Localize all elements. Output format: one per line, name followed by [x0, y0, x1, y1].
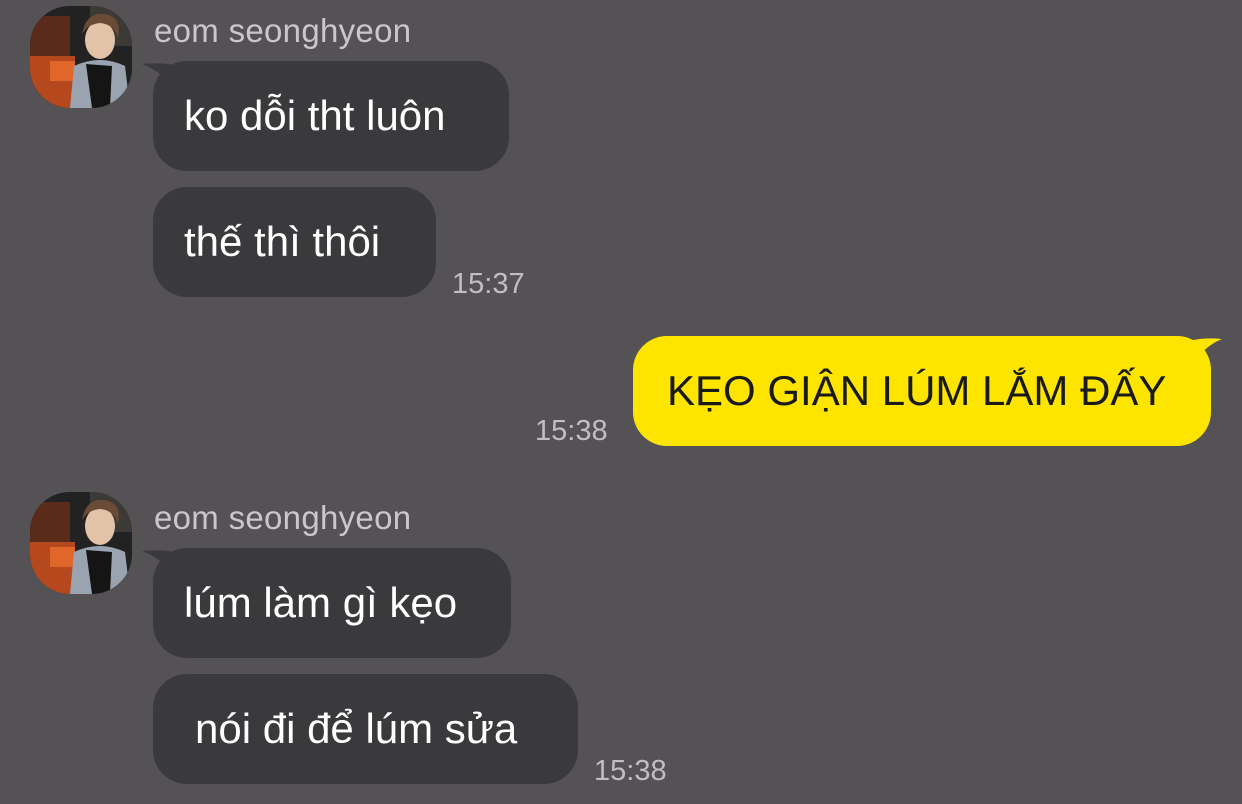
message-text: KẸO GIẬN LÚM LẮM ĐẤY	[667, 367, 1167, 414]
sender-name: eom seonghyeon	[154, 12, 412, 49]
message-text: nói đi để lúm sửa	[195, 705, 518, 752]
message-text: thế thì thôi	[184, 218, 381, 265]
message-timestamp: 15:37	[452, 268, 525, 300]
sender-name: eom seonghyeon	[154, 499, 412, 536]
sender-avatar[interactable]	[30, 492, 132, 594]
message-bubble[interactable]: nói đi để lúm sửa	[153, 674, 578, 784]
message-bubble[interactable]: thế thì thôi	[153, 187, 436, 297]
sender-avatar[interactable]	[30, 6, 132, 108]
message-bubble[interactable]: KẸO GIẬN LÚM LẮM ĐẤY	[633, 336, 1211, 446]
message-bubble[interactable]: lúm làm gì kẹo	[153, 548, 511, 658]
message-text: ko dỗi tht luôn	[184, 92, 446, 139]
message-text: lúm làm gì kẹo	[184, 579, 458, 626]
bubble-tail	[1188, 338, 1222, 371]
message-timestamp: 15:38	[535, 415, 608, 447]
message-timestamp: 15:38	[594, 755, 667, 787]
message-bubble[interactable]: ko dỗi tht luôn	[153, 61, 509, 171]
